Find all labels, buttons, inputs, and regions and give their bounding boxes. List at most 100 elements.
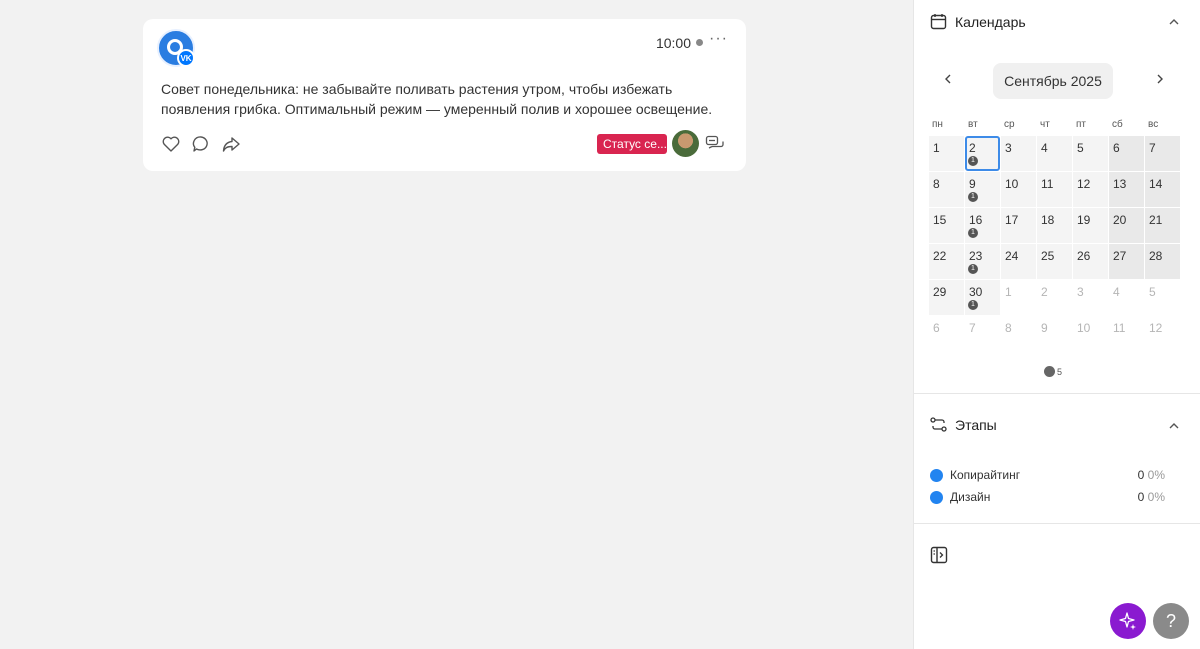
calendar-day[interactable]: 26 xyxy=(1073,244,1108,279)
calendar-grid: 1 2 1 3 4 5 6 7 8 9 1 10 11 12 13 14 15 16 1 17 18 19 20 21 22 23… xyxy=(929,136,1180,351)
legend-count: 5 xyxy=(1057,366,1063,377)
calendar-day[interactable]: 8 xyxy=(1001,316,1036,351)
comment-icon[interactable] xyxy=(191,134,211,154)
day-number: 8 xyxy=(1005,321,1012,335)
calendar-day[interactable]: 19 xyxy=(1073,208,1108,243)
legend-dot-icon xyxy=(1044,366,1055,377)
calendar-day[interactable]: 15 xyxy=(929,208,964,243)
stage-dot-icon xyxy=(930,468,943,482)
day-number: 2 xyxy=(1041,285,1048,299)
calendar-day[interactable]: 21 xyxy=(965,136,1000,171)
day-number: 16 xyxy=(969,213,983,227)
calendar-header[interactable]: Календарь xyxy=(930,13,1026,30)
calendar-day[interactable]: 28 xyxy=(1145,244,1180,279)
calendar-day[interactable]: 25 xyxy=(1037,244,1072,279)
day-number: 7 xyxy=(1149,141,1156,155)
day-number: 4 xyxy=(1113,285,1120,299)
calendar-day[interactable]: 91 xyxy=(965,172,1000,207)
weekday-label: ср xyxy=(1004,119,1015,130)
post-card[interactable]: VK 10:00 ··· Совет понедельника: не забы… xyxy=(143,19,746,171)
collapse-stages-chevron-icon[interactable] xyxy=(1168,420,1180,435)
day-number: 19 xyxy=(1077,213,1091,227)
calendar-day[interactable]: 9 xyxy=(1037,316,1072,351)
day-number: 28 xyxy=(1149,249,1163,263)
status-badge[interactable]: Статус се... xyxy=(597,134,667,154)
stages-title: Этапы xyxy=(955,416,997,433)
calendar-day[interactable]: 5 xyxy=(1145,280,1180,315)
calendar-day[interactable]: 10 xyxy=(1073,316,1108,351)
panel-toggle-icon[interactable] xyxy=(930,546,948,569)
calendar-title: Календарь xyxy=(955,13,1026,30)
calendar-day[interactable]: 3 xyxy=(1073,280,1108,315)
calendar-day[interactable]: 27 xyxy=(1109,244,1144,279)
post-count-badge: 1 xyxy=(968,300,978,310)
calendar-day[interactable]: 3 xyxy=(1001,136,1036,171)
calendar-day[interactable]: 11 xyxy=(1037,172,1072,207)
day-number: 12 xyxy=(1077,177,1091,191)
calendar-day[interactable]: 21 xyxy=(1145,208,1180,243)
weekday-header: пн вт ср чт пт сб вс xyxy=(929,119,1180,130)
post-time: 10:00 xyxy=(655,35,691,51)
help-button[interactable]: ? xyxy=(1153,603,1189,639)
calendar-day[interactable]: 6 xyxy=(929,316,964,351)
calendar-day[interactable]: 30 1 xyxy=(965,280,1000,315)
day-number: 5 xyxy=(1077,141,1084,155)
day-number: 15 xyxy=(933,213,947,227)
calendar-day[interactable]: 16 1 xyxy=(965,208,1000,243)
weekday-label: вт xyxy=(968,119,978,130)
weekday-label: пн xyxy=(932,119,943,130)
calendar-day[interactable]: 6 xyxy=(1109,136,1144,171)
calendar-day[interactable]: 7 xyxy=(965,316,1000,351)
day-number: 17 xyxy=(1005,213,1019,227)
month-selector[interactable]: Сентябрь 2025 xyxy=(993,63,1113,99)
stage-item-copywriting[interactable]: Копирайтинг 0 0% xyxy=(930,468,1165,482)
day-number: 23 xyxy=(969,249,983,263)
day-number: 20 xyxy=(1113,213,1127,227)
share-icon[interactable] xyxy=(221,134,241,154)
user-avatar[interactable] xyxy=(672,130,699,157)
calendar-day[interactable]: 23 1 xyxy=(965,244,1000,279)
calendar-day[interactable]: 13 xyxy=(1109,172,1144,207)
ai-assistant-button[interactable] xyxy=(1110,603,1146,639)
calendar-day[interactable]: 8 xyxy=(929,172,964,207)
stage-item-design[interactable]: Дизайн 0 0% xyxy=(930,490,1165,504)
calendar-day[interactable]: 4 xyxy=(1037,136,1072,171)
day-number: 8 xyxy=(933,177,940,191)
calendar-day[interactable]: 5 xyxy=(1073,136,1108,171)
sparkles-icon xyxy=(1119,612,1136,630)
vk-badge-icon: VK xyxy=(177,49,195,67)
next-month-chevron-icon[interactable] xyxy=(1154,72,1166,90)
calendar-day[interactable]: 1 xyxy=(929,136,964,171)
calendar-day[interactable]: 1 xyxy=(1001,280,1036,315)
like-icon[interactable] xyxy=(161,134,181,154)
calendar-day[interactable]: 4 xyxy=(1109,280,1144,315)
account-avatar[interactable]: VK xyxy=(157,29,195,67)
calendar-day[interactable]: 7 xyxy=(1145,136,1180,171)
calendar-day[interactable]: 20 xyxy=(1109,208,1144,243)
calendar-day[interactable]: 2 xyxy=(1037,280,1072,315)
calendar-day[interactable]: 11 xyxy=(1109,316,1144,351)
day-number: 7 xyxy=(969,321,976,335)
day-number: 3 xyxy=(1005,141,1012,155)
calendar-day[interactable]: 12 xyxy=(1145,316,1180,351)
calendar-day[interactable]: 10 xyxy=(1001,172,1036,207)
calendar-day[interactable]: 14 xyxy=(1145,172,1180,207)
calendar-day[interactable]: 29 xyxy=(929,280,964,315)
day-number: 30 xyxy=(969,285,983,299)
prev-month-chevron-icon[interactable] xyxy=(942,72,954,90)
more-options-button[interactable]: ··· xyxy=(709,30,728,48)
calendar-day[interactable]: 24 xyxy=(1001,244,1036,279)
day-number: 6 xyxy=(1113,141,1120,155)
calendar-day[interactable]: 12 xyxy=(1073,172,1108,207)
day-number: 26 xyxy=(1077,249,1091,263)
day-number: 2 xyxy=(969,141,976,155)
day-number: 4 xyxy=(1041,141,1048,155)
calendar-day[interactable]: 22 xyxy=(929,244,964,279)
stages-header[interactable]: Этапы xyxy=(930,416,997,433)
day-number: 22 xyxy=(933,249,947,263)
calendar-day[interactable]: 17 xyxy=(1001,208,1036,243)
calendar-day[interactable]: 18 xyxy=(1037,208,1072,243)
chat-icon[interactable] xyxy=(705,134,725,159)
post-count-badge: 1 xyxy=(968,264,978,274)
collapse-calendar-chevron-icon[interactable] xyxy=(1168,16,1180,31)
